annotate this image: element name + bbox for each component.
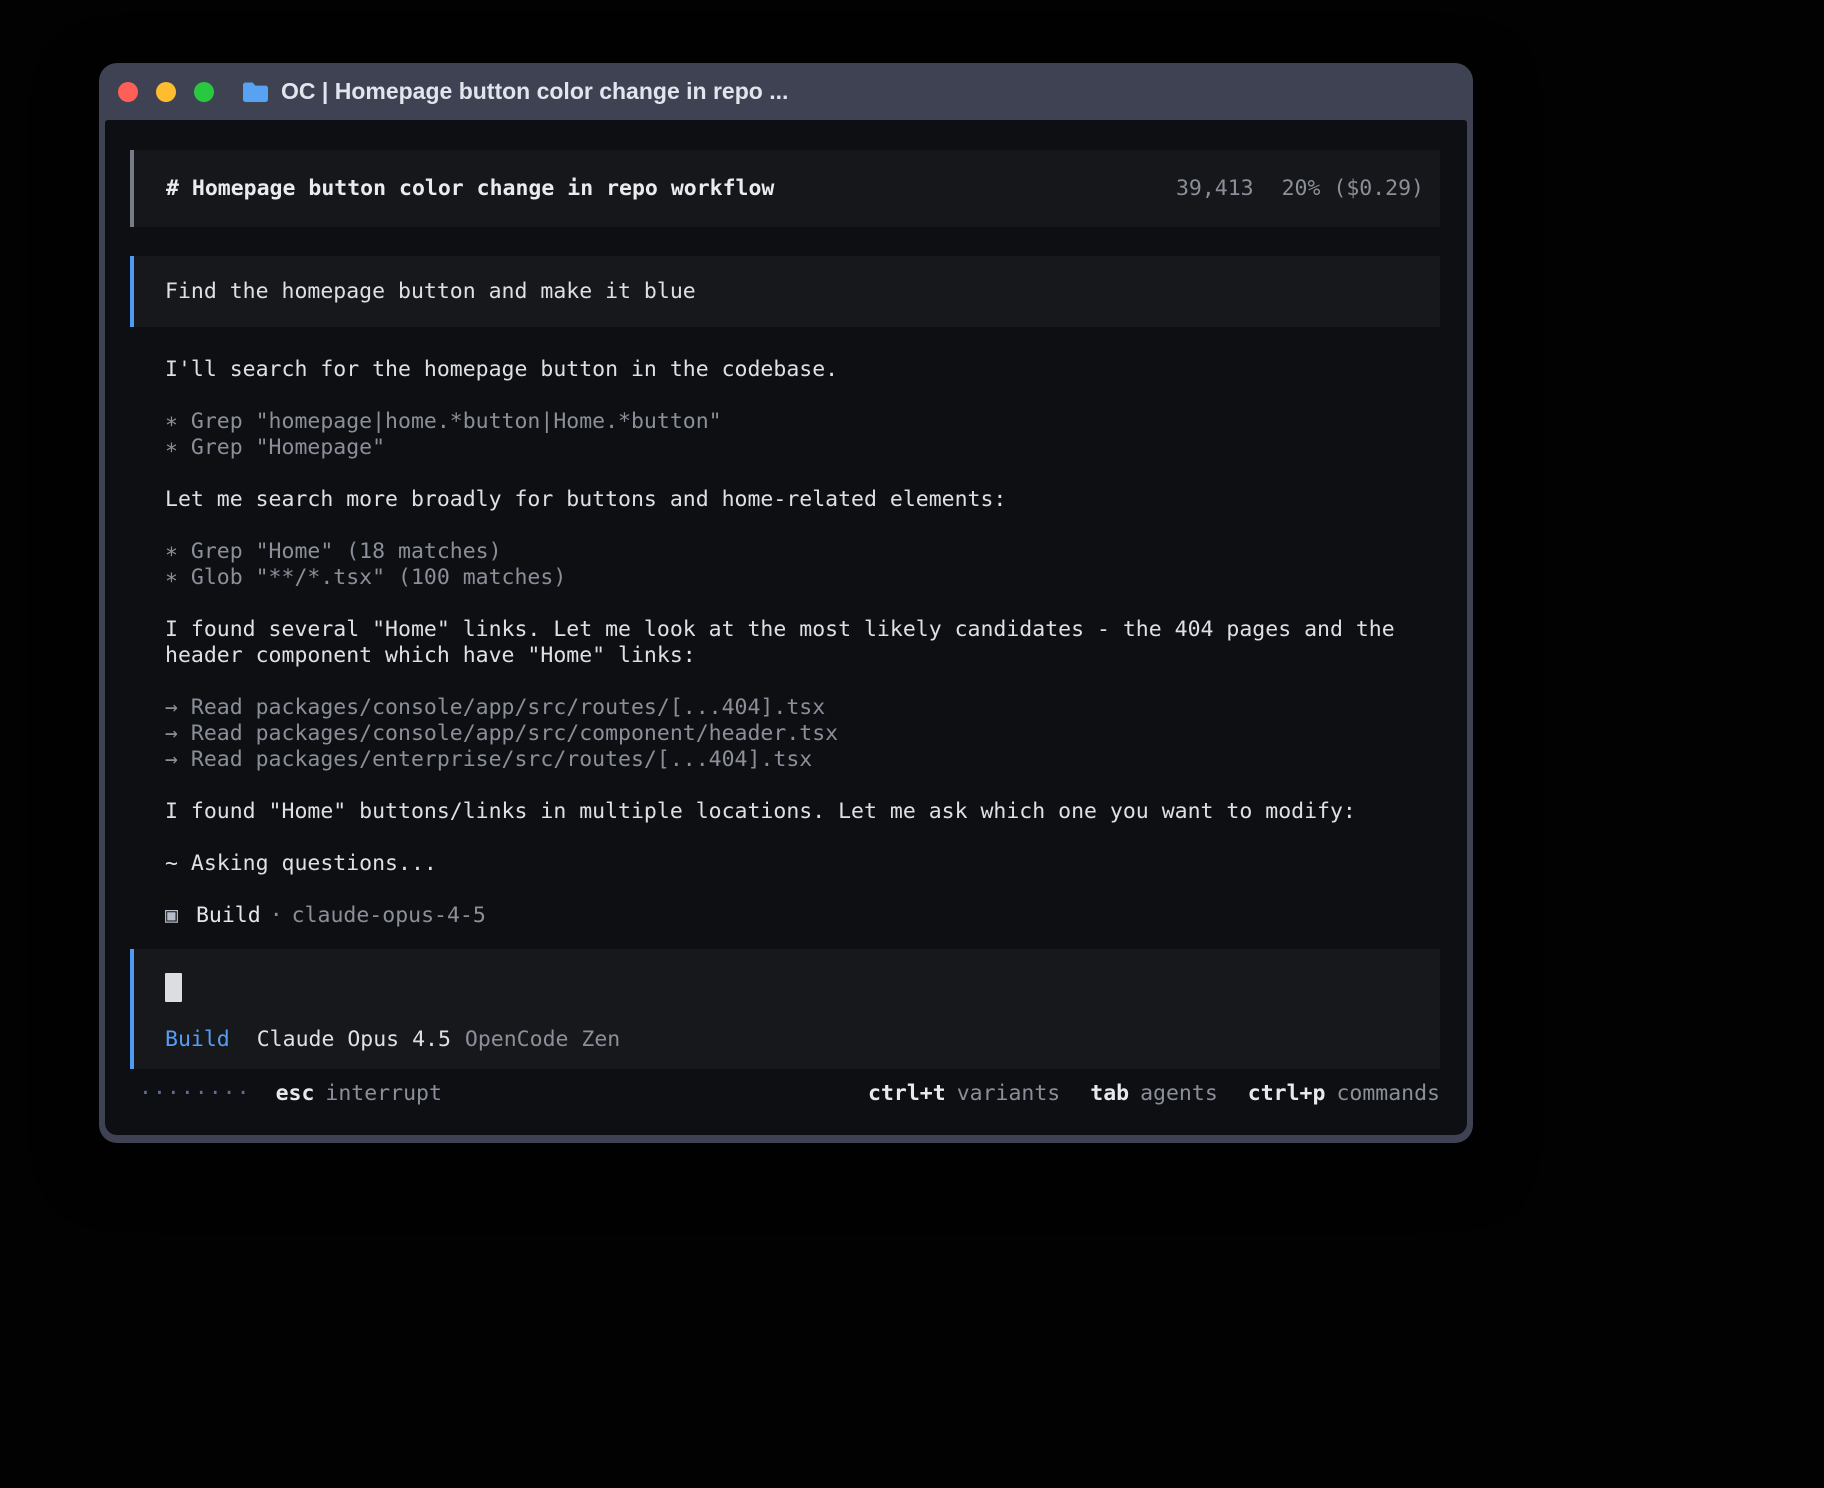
hint-label: variants — [957, 1081, 1061, 1106]
agent-icon: ▣ — [165, 903, 178, 928]
text-cursor — [165, 973, 182, 1002]
keyboard-hint: ctrl+t variants — [868, 1081, 1060, 1107]
status-bar: ········ esc interrupt ctrl+t variants tab… — [130, 1081, 1440, 1107]
assistant-text-line: I'll search for the homepage button in t… — [165, 357, 1437, 383]
tool-call-line: → Read packages/console/app/src/componen… — [165, 721, 1440, 747]
tool-call-line: ∗ Grep "Home" (18 matches) — [165, 539, 1440, 565]
agent-status-row: ▣ Build · claude-opus-4-5 — [130, 903, 1440, 929]
provider-label: OpenCode Zen — [465, 1027, 620, 1052]
user-message-text: Find the homepage button and make it blu… — [165, 279, 696, 304]
assistant-text-block: I'll search for the homepage button in t… — [165, 357, 1440, 383]
assistant-text-line: Let me search more broadly for buttons a… — [165, 487, 1437, 513]
hint-key[interactable]: ctrl+p — [1248, 1081, 1326, 1106]
minimize-window-button[interactable] — [156, 82, 176, 102]
progress-dots: ········ — [139, 1081, 251, 1107]
status-bar-left: ········ esc interrupt — [139, 1081, 442, 1107]
tool-call-line: → Read packages/enterprise/src/routes/[.… — [165, 747, 1440, 773]
token-count: 39,413 — [1176, 176, 1254, 201]
tool-call-block: → Read packages/console/app/src/routes/[… — [165, 695, 1440, 773]
prompt-input[interactable]: Build Claude Opus 4.5 OpenCode Zen — [130, 949, 1440, 1069]
assistant-text-block: I found "Home" buttons/links in multiple… — [165, 799, 1440, 825]
assistant-text-block: Let me search more broadly for buttons a… — [165, 487, 1440, 513]
transcript: I'll search for the homepage button in t… — [130, 357, 1440, 877]
hint-key[interactable]: ctrl+t — [868, 1081, 946, 1106]
assistant-text-line: I found "Home" buttons/links in multiple… — [165, 799, 1437, 825]
window-title: OC | Homepage button color change in rep… — [281, 78, 788, 105]
assistant-text-block: I found several "Home" links. Let me loo… — [165, 617, 1440, 669]
context-cost: 20% ($0.29) — [1282, 176, 1424, 201]
model-label[interactable]: Claude Opus 4.5 — [257, 1027, 451, 1052]
agent-name: Build — [196, 903, 261, 928]
tool-call-line: ∗ Grep "Homepage" — [165, 435, 1440, 461]
terminal-window: OC | Homepage button color change in rep… — [99, 63, 1473, 1143]
agent-separator: · — [270, 903, 283, 928]
window-titlebar[interactable]: OC | Homepage button color change in rep… — [99, 63, 1473, 120]
close-window-button[interactable] — [118, 82, 138, 102]
assistant-text-line: I found several "Home" links. Let me loo… — [165, 617, 1437, 669]
folder-icon — [242, 81, 269, 103]
session-stats: 39,413 20% ($0.29) — [1176, 176, 1424, 201]
keyboard-hint: tab agents — [1090, 1081, 1218, 1107]
assistant-text-line: ~ Asking questions... — [165, 851, 1437, 877]
esc-key-hint[interactable]: esc — [276, 1081, 315, 1107]
hint-label: commands — [1336, 1081, 1440, 1106]
traffic-lights — [118, 82, 214, 102]
status-bar-right: ctrl+t variants tab agents ctrl+p commands — [838, 1081, 1440, 1107]
mode-label[interactable]: Build — [165, 1027, 230, 1052]
zoom-window-button[interactable] — [194, 82, 214, 102]
terminal-content: # Homepage button color change in repo w… — [105, 120, 1467, 1135]
assistant-text-block: ~ Asking questions... — [165, 851, 1440, 877]
tool-call-line: ∗ Grep "homepage|home.*button|Home.*butt… — [165, 409, 1440, 435]
tool-call-line: ∗ Glob "**/*.tsx" (100 matches) — [165, 565, 1440, 591]
tool-call-line: → Read packages/console/app/src/routes/[… — [165, 695, 1440, 721]
user-message: Find the homepage button and make it blu… — [130, 256, 1440, 327]
hint-label: agents — [1140, 1081, 1218, 1106]
input-meta: Build Claude Opus 4.5 OpenCode Zen — [165, 1027, 620, 1053]
tool-call-block: ∗ Grep "homepage|home.*button|Home.*butt… — [165, 409, 1440, 461]
esc-key-label: interrupt — [325, 1081, 442, 1107]
agent-model: claude-opus-4-5 — [292, 903, 486, 928]
keyboard-hint: ctrl+p commands — [1248, 1081, 1440, 1107]
session-header: # Homepage button color change in repo w… — [130, 150, 1440, 227]
hint-key[interactable]: tab — [1090, 1081, 1129, 1106]
session-title: # Homepage button color change in repo w… — [166, 176, 774, 201]
tool-call-block: ∗ Grep "Home" (18 matches)∗ Glob "**/*.t… — [165, 539, 1440, 591]
